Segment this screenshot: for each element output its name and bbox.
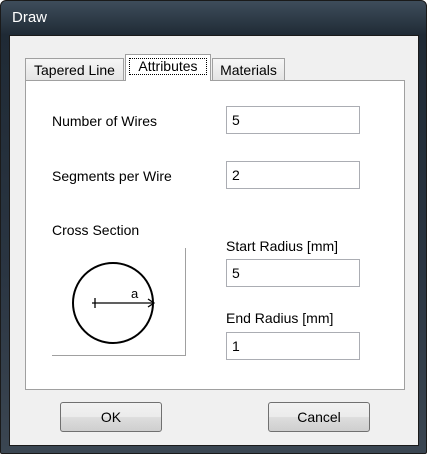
window-title: Draw	[12, 9, 48, 26]
tab-label: Tapered Line	[34, 62, 115, 78]
attributes-panel: Number of Wires 5 Segments per Wire 2 Cr…	[25, 80, 405, 390]
ok-button[interactable]: OK	[60, 402, 162, 432]
start-radius-field[interactable]: 5	[226, 259, 360, 287]
dialog-client-area: Tapered Line Attributes Materials Number…	[9, 35, 419, 446]
cancel-button[interactable]: Cancel	[268, 402, 370, 432]
draw-dialog: Draw Tapered Line Attributes Materials N…	[0, 0, 427, 454]
end-radius-field[interactable]: 1	[226, 332, 360, 360]
radius-symbol-label: a	[131, 286, 139, 301]
title-bar[interactable]: Draw	[1, 1, 426, 35]
segments-per-wire-field[interactable]: 2	[226, 161, 360, 189]
end-radius-label: End Radius [mm]	[226, 310, 334, 326]
start-radius-label: Start Radius [mm]	[226, 238, 339, 254]
cross-section-label: Cross Section	[52, 222, 140, 238]
focus-rectangle	[129, 58, 207, 75]
tab-tapered-line[interactable]: Tapered Line	[25, 58, 124, 80]
tab-attributes[interactable]: Attributes	[125, 54, 211, 81]
cross-section-diagram: a	[72, 262, 156, 344]
tab-label: Materials	[220, 62, 277, 78]
number-of-wires-field[interactable]: 5	[226, 106, 360, 134]
number-of-wires-label: Number of Wires	[52, 113, 158, 129]
segments-per-wire-label: Segments per Wire	[52, 168, 172, 184]
tab-materials[interactable]: Materials	[212, 58, 285, 80]
